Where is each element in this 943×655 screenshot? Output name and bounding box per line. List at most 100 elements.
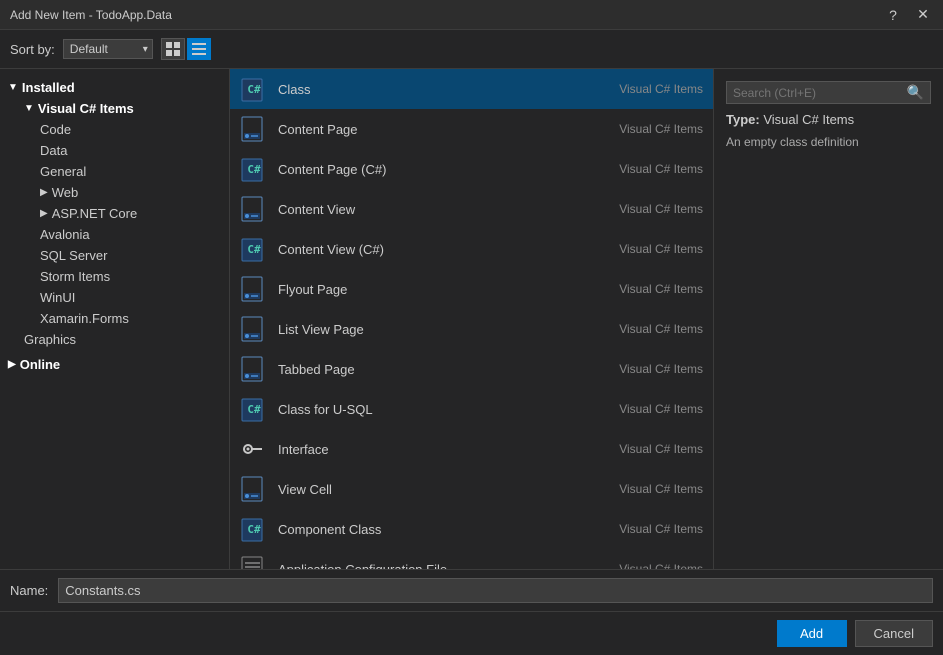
item-category-app-config: Visual C# Items (619, 562, 703, 569)
sidebar-item-aspnet-core[interactable]: ▶ ASP.NET Core (32, 203, 229, 224)
item-category-class: Visual C# Items (619, 82, 703, 96)
tabbed-page-icon (240, 355, 268, 383)
storm-items-label: Storm Items (40, 269, 110, 284)
aspnet-label: ASP.NET Core (52, 206, 138, 221)
item-category-content-view: Visual C# Items (619, 202, 703, 216)
search-box[interactable]: 🔍 (726, 81, 931, 104)
online-label: Online (20, 357, 60, 372)
sidebar-csharp-children: Code Data General ▶ Web ▶ ASP.NET Core (16, 119, 229, 329)
flyout-page-icon (240, 275, 268, 303)
content-page-cs-icon: C# (240, 155, 268, 183)
item-name-list-view-page: List View Page (278, 322, 609, 337)
winui-label: WinUI (40, 290, 75, 305)
sidebar-item-graphics[interactable]: Graphics (16, 329, 229, 350)
item-category-content-page: Visual C# Items (619, 122, 703, 136)
xamarin-forms-label: Xamarin.Forms (40, 311, 129, 326)
sidebar-item-storm-items[interactable]: Storm Items (32, 266, 229, 287)
sidebar-item-data[interactable]: Data (32, 140, 229, 161)
sidebar-item-sql-server[interactable]: SQL Server (32, 245, 229, 266)
sidebar-visual-csharp-section: ▼ Visual C# Items Code Data General ▶ (0, 98, 229, 350)
cancel-button[interactable]: Cancel (855, 620, 933, 647)
class-icon: C# (240, 75, 268, 103)
sidebar-item-web[interactable]: ▶ Web (32, 182, 229, 203)
app-config-icon: config (240, 555, 268, 569)
list-item[interactable]: Interface Visual C# Items (230, 429, 713, 469)
item-category-content-view-cs: Visual C# Items (619, 242, 703, 256)
sort-select-wrapper: Default Name Category (63, 39, 153, 59)
dialog-body: Sort by: Default Name Category (0, 30, 943, 655)
svg-text:C#: C# (247, 523, 261, 536)
list-item[interactable]: C# Component Class Visual C# Items (230, 509, 713, 549)
toolbar: Sort by: Default Name Category (0, 30, 943, 69)
item-category-class-usql: Visual C# Items (619, 402, 703, 416)
main-content: ▼ Installed ▼ Visual C# Items Code Data (0, 69, 943, 569)
svg-text:C#: C# (247, 83, 261, 96)
center-panel: C# Class Visual C# Items (230, 69, 713, 569)
search-input[interactable] (733, 86, 907, 100)
web-label: Web (52, 185, 79, 200)
svg-text:C#: C# (247, 403, 261, 416)
item-name-class: Class (278, 82, 609, 97)
grid-view-button[interactable] (161, 38, 185, 60)
sidebar-online-header[interactable]: ▶ Online (0, 354, 229, 375)
sidebar-item-code[interactable]: Code (32, 119, 229, 140)
name-label: Name: (10, 583, 48, 598)
sidebar-installed-header[interactable]: ▼ Installed (0, 77, 229, 98)
item-category-content-page-cs: Visual C# Items (619, 162, 703, 176)
svg-text:C#: C# (247, 243, 261, 256)
list-item[interactable]: C# Content View (C#) Visual C# Items (230, 229, 713, 269)
web-arrow: ▶ (40, 187, 48, 198)
item-name-content-page: Content Page (278, 122, 609, 137)
visual-csharp-label: Visual C# Items (38, 101, 134, 116)
list-item[interactable]: C# Class for U-SQL Visual C# Items (230, 389, 713, 429)
class-usql-icon: C# (240, 395, 268, 423)
list-item[interactable]: List View Page Visual C# Items (230, 309, 713, 349)
installed-arrow: ▼ (8, 82, 18, 93)
title-bar: Add New Item - TodoApp.Data ? ✕ (0, 0, 943, 30)
list-item[interactable]: Flyout Page Visual C# Items (230, 269, 713, 309)
list-view-button[interactable] (187, 38, 211, 60)
list-item[interactable]: Content View Visual C# Items (230, 189, 713, 229)
sidebar-item-xamarin-forms[interactable]: Xamarin.Forms (32, 308, 229, 329)
type-description: An empty class definition (726, 135, 931, 149)
action-buttons: Add Cancel (0, 611, 943, 655)
list-item[interactable]: Content Page Visual C# Items (230, 109, 713, 149)
list-item[interactable]: config Application Configuration File Vi… (230, 549, 713, 569)
item-category-flyout-page: Visual C# Items (619, 282, 703, 296)
installed-label: Installed (22, 80, 75, 95)
list-item[interactable]: C# Content Page (C#) Visual C# Items (230, 149, 713, 189)
graphics-label: Graphics (24, 332, 76, 347)
avalonia-label: Avalonia (40, 227, 90, 242)
sidebar-item-visual-csharp[interactable]: ▼ Visual C# Items (16, 98, 229, 119)
add-button[interactable]: Add (777, 620, 847, 647)
item-name-tabbed-page: Tabbed Page (278, 362, 609, 377)
help-button[interactable]: ? (883, 7, 903, 23)
online-arrow: ▶ (8, 359, 16, 370)
view-cell-icon (240, 475, 268, 503)
sidebar-item-winui[interactable]: WinUI (32, 287, 229, 308)
search-icon: 🔍 (907, 84, 924, 101)
list-view-page-icon (240, 315, 268, 343)
list-item[interactable]: Tabbed Page Visual C# Items (230, 349, 713, 389)
list-item[interactable]: View Cell Visual C# Items (230, 469, 713, 509)
item-name-app-config: Application Configuration File (278, 562, 609, 570)
sort-select[interactable]: Default Name Category (63, 39, 153, 59)
title-bar-controls: ? ✕ (883, 6, 933, 23)
sidebar-item-general[interactable]: General (32, 161, 229, 182)
type-label: Type: (726, 112, 760, 127)
close-button[interactable]: ✕ (913, 6, 933, 23)
data-label: Data (40, 143, 67, 158)
list-item[interactable]: C# Class Visual C# Items (230, 69, 713, 109)
sort-label: Sort by: (10, 42, 55, 57)
bottom-bar: Name: (0, 569, 943, 611)
item-name-flyout-page: Flyout Page (278, 282, 609, 297)
general-label: General (40, 164, 86, 179)
type-value: Visual C# Items (763, 112, 854, 127)
item-name-view-cell: View Cell (278, 482, 609, 497)
sidebar-item-avalonia[interactable]: Avalonia (32, 224, 229, 245)
name-input[interactable] (58, 578, 933, 603)
content-page-icon (240, 115, 268, 143)
sql-server-label: SQL Server (40, 248, 107, 263)
svg-text:C#: C# (247, 163, 261, 176)
item-category-tabbed-page: Visual C# Items (619, 362, 703, 376)
